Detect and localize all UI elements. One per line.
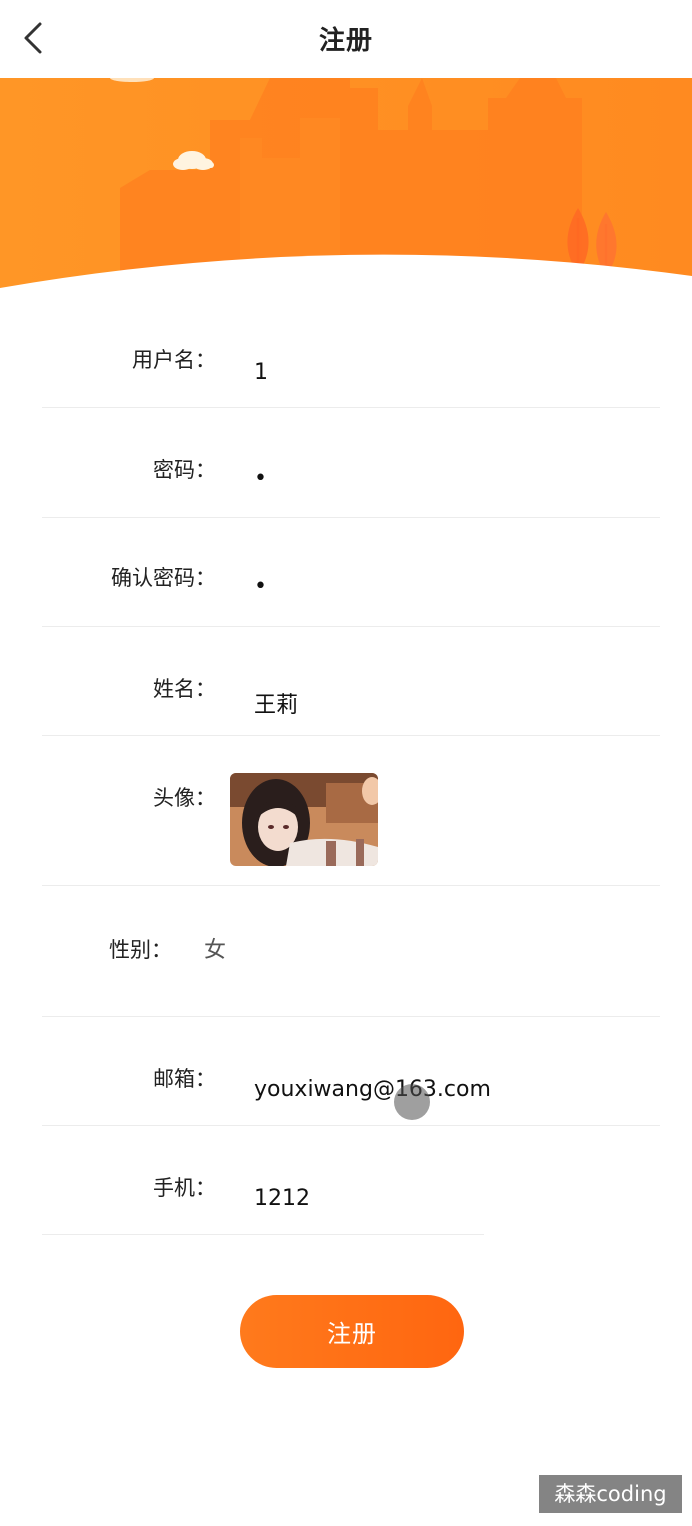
username-label: 用户名： [132,348,216,372]
gender-row: 性别： 女 [42,886,660,1017]
name-label: 姓名： [153,677,216,701]
avatar-row: 头像： [42,736,660,886]
city-skyline-illustration [0,74,692,296]
confirm-password-label: 确认密码： [111,566,216,590]
avatar-picture [230,773,378,866]
password-row: 密码： • [42,408,660,518]
watermark-label: 森森coding [539,1475,682,1513]
email-row: 邮箱： youxiwang@163.com [42,1017,660,1126]
phone-row: 手机： 1212 [42,1126,484,1235]
top-navigation-bar: 注册 [0,0,692,78]
register-button[interactable]: 注册 [240,1295,464,1368]
avatar-label: 头像： [153,786,216,810]
email-label: 邮箱： [153,1067,216,1091]
phone-input[interactable]: 1212 [254,1186,310,1211]
phone-label: 手机： [153,1176,216,1200]
gender-option-female[interactable]: 女 [204,932,226,964]
gender-label: 性别： [109,938,172,962]
name-input[interactable]: 王莉 [254,687,298,719]
page-title: 注册 [318,26,373,56]
username-row: 用户名： 1 [42,296,660,408]
header-banner-illustration [0,74,692,296]
password-input[interactable]: • [254,466,267,491]
email-input[interactable]: youxiwang@163.com [254,1077,491,1102]
confirm-password-row: 确认密码： • [42,518,660,627]
username-input[interactable]: 1 [254,360,268,385]
confirm-password-input[interactable]: • [254,574,267,599]
avatar-image[interactable] [230,773,378,866]
password-label: 密码： [153,458,216,482]
name-row: 姓名： 王莉 [42,627,660,736]
touch-cursor-indicator [394,1084,430,1120]
